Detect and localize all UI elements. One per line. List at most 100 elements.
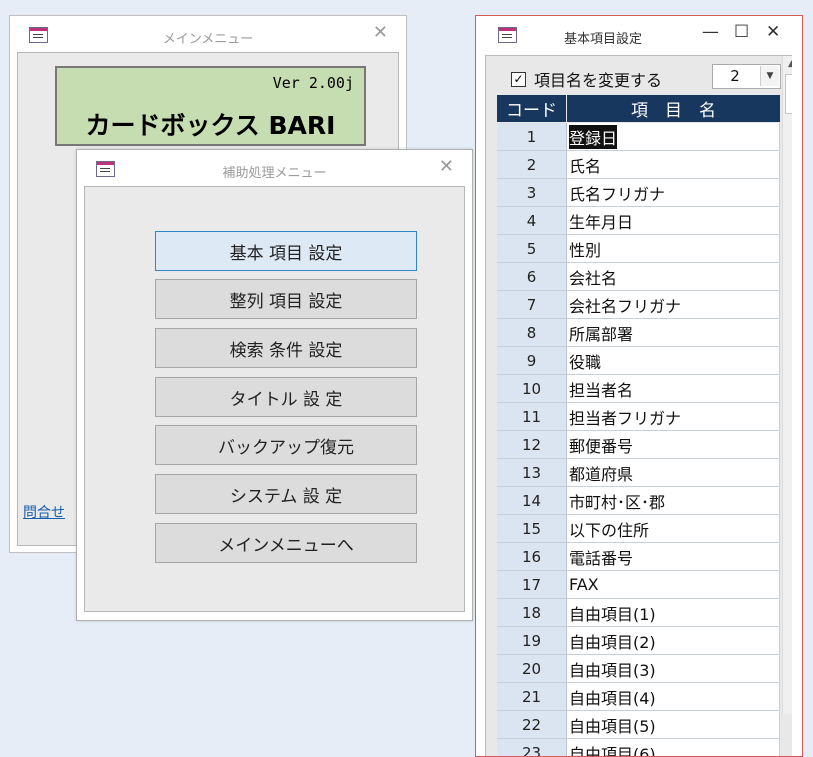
item-name-cell[interactable]: FAX — [567, 571, 780, 599]
item-name-cell[interactable]: 自由項目(5) — [567, 711, 780, 739]
app-title: カードボックス BARI — [85, 111, 336, 140]
item-name-text: 自由項目(2) — [569, 632, 656, 652]
table-row[interactable]: 10 担当者名 — [497, 375, 780, 403]
title-settings-button[interactable]: タイトル 設 定 — [155, 377, 417, 417]
item-name-cell[interactable]: 氏名 — [567, 151, 780, 179]
item-name-cell[interactable]: 自由項目(2) — [567, 627, 780, 655]
scrollbar-thumb[interactable] — [785, 74, 792, 114]
app-banner: Ver 2.00j カードボックス BARI — [55, 66, 366, 146]
table-row[interactable]: 1 登録日 — [497, 123, 780, 151]
maximize-icon[interactable]: ☐ — [734, 22, 749, 42]
item-name-cell[interactable]: 以下の住所 — [567, 515, 780, 543]
table-row[interactable]: 15 以下の住所 — [497, 515, 780, 543]
item-name-cell[interactable]: 担当者フリガナ — [567, 403, 780, 431]
item-name-cell[interactable]: 所属部署 — [567, 319, 780, 347]
rename-checkbox[interactable]: ✓ — [511, 71, 526, 87]
table-row[interactable]: 4 生年月日 — [497, 207, 780, 235]
item-name-cell[interactable]: 役職 — [567, 347, 780, 375]
item-name-text: 自由項目(1) — [569, 604, 656, 624]
table-row[interactable]: 12 郵便番号 — [497, 431, 780, 459]
code-cell: 14 — [497, 487, 567, 515]
item-name-cell[interactable]: 自由項目(3) — [567, 655, 780, 683]
item-name-cell[interactable]: 郵便番号 — [567, 431, 780, 459]
table-row[interactable]: 3 氏名フリガナ — [497, 179, 780, 207]
item-name-cell[interactable]: 自由項目(4) — [567, 683, 780, 711]
item-name-cell[interactable]: 会社名フリガナ — [567, 291, 780, 319]
item-name-cell[interactable]: 登録日 — [567, 123, 780, 151]
table-row[interactable]: 7 会社名フリガナ — [497, 291, 780, 319]
close-icon[interactable]: ✕ — [373, 22, 388, 43]
backup-restore-button[interactable]: バックアップ復元 — [155, 425, 417, 465]
table-row[interactable]: 20 自由項目(3) — [497, 655, 780, 683]
close-icon[interactable]: ✕ — [766, 22, 780, 42]
system-settings-button[interactable]: システム 設 定 — [155, 474, 417, 514]
item-name-text: 自由項目(6) — [569, 744, 656, 757]
settings-titlebar[interactable]: 基本項目設定 — ☐ ✕ — [476, 16, 802, 52]
item-name-cell[interactable]: 氏名フリガナ — [567, 179, 780, 207]
item-name-text: 担当者名 — [569, 380, 634, 400]
code-cell: 5 — [497, 235, 567, 263]
table-row[interactable]: 17 FAX — [497, 571, 780, 599]
table-row[interactable]: 19 自由項目(2) — [497, 627, 780, 655]
count-select[interactable]: 2 ▼ — [712, 64, 781, 89]
item-name-cell[interactable]: 担当者名 — [567, 375, 780, 403]
code-cell: 3 — [497, 179, 567, 207]
sort-item-settings-button[interactable]: 整列 項目 設定 — [155, 279, 417, 319]
back-to-main-menu-button[interactable]: メインメニューへ — [155, 523, 417, 563]
code-cell: 8 — [497, 319, 567, 347]
aux-menu-title: 補助処理メニュー — [222, 166, 327, 181]
aux-menu-titlebar[interactable]: 補助処理メニュー ✕ — [77, 150, 472, 186]
item-name-text: 登録日 — [569, 124, 618, 149]
aux-menu-body: 基本 項目 設定 整列 項目 設定 検索 条件 設定 タイトル 設 定 バックア… — [84, 186, 465, 612]
table-row[interactable]: 9 役職 — [497, 347, 780, 375]
code-cell: 17 — [497, 571, 567, 599]
item-name-text: 氏名 — [569, 156, 602, 176]
table-row[interactable]: 13 都道府県 — [497, 459, 780, 487]
item-name-text: 自由項目(3) — [569, 660, 656, 680]
code-cell: 19 — [497, 627, 567, 655]
item-name-cell[interactable]: 電話番号 — [567, 543, 780, 571]
table-row[interactable]: 22 自由項目(5) — [497, 711, 780, 739]
scroll-up-arrow-icon[interactable]: ▲ — [783, 56, 792, 72]
minimize-icon[interactable]: — — [702, 22, 719, 42]
main-menu-titlebar[interactable]: メインメニュー ✕ — [10, 16, 406, 52]
code-cell: 18 — [497, 599, 567, 627]
code-cell: 2 — [497, 151, 567, 179]
item-name-cell[interactable]: 自由項目(1) — [567, 599, 780, 627]
item-name-cell[interactable]: 性別 — [567, 235, 780, 263]
table-row[interactable]: 5 性別 — [497, 235, 780, 263]
vertical-scrollbar[interactable]: ▲ — [782, 56, 792, 714]
item-name-cell[interactable]: 自由項目(6) — [567, 739, 780, 756]
table-row[interactable]: 8 所属部署 — [497, 319, 780, 347]
code-cell: 6 — [497, 263, 567, 291]
item-name-cell[interactable]: 都道府県 — [567, 459, 780, 487]
form-icon — [498, 27, 517, 43]
inquiry-link[interactable]: 問合せ — [23, 502, 65, 522]
settings-body: ✓ 項目名を変更する 2 ▼ コード 項 目 名 1 登録日 2 氏名 3 氏名フリガナ 4… — [485, 55, 792, 756]
table-row[interactable]: 16 電話番号 — [497, 543, 780, 571]
table-row[interactable]: 6 会社名 — [497, 263, 780, 291]
table-row[interactable]: 23 自由項目(6) — [497, 739, 780, 756]
code-cell: 12 — [497, 431, 567, 459]
chevron-down-icon[interactable]: ▼ — [760, 66, 779, 86]
item-name-text: 会社名 — [569, 268, 618, 288]
table-row[interactable]: 21 自由項目(4) — [497, 683, 780, 711]
table-row[interactable]: 2 氏名 — [497, 151, 780, 179]
count-select-value: 2 — [730, 67, 740, 85]
item-name-cell[interactable]: 生年月日 — [567, 207, 780, 235]
search-condition-settings-button[interactable]: 検索 条件 設定 — [155, 328, 417, 368]
column-header-code: コード — [497, 95, 566, 122]
item-name-cell[interactable]: 会社名 — [567, 263, 780, 291]
table-row[interactable]: 11 担当者フリガナ — [497, 403, 780, 431]
item-name-text: 都道府県 — [569, 464, 634, 484]
close-icon[interactable]: ✕ — [439, 156, 454, 177]
item-name-cell[interactable]: 市町村･区･郡 — [567, 487, 780, 515]
rename-checkbox-row[interactable]: ✓ 項目名を変更する — [511, 67, 662, 91]
table-row[interactable]: 14 市町村･区･郡 — [497, 487, 780, 515]
item-name-text: 市町村･区･郡 — [569, 492, 666, 512]
item-name-text: FAX — [569, 575, 599, 594]
basic-item-settings-button[interactable]: 基本 項目 設定 — [155, 231, 417, 271]
item-name-text: 郵便番号 — [569, 436, 634, 456]
code-cell: 1 — [497, 123, 567, 151]
table-row[interactable]: 18 自由項目(1) — [497, 599, 780, 627]
